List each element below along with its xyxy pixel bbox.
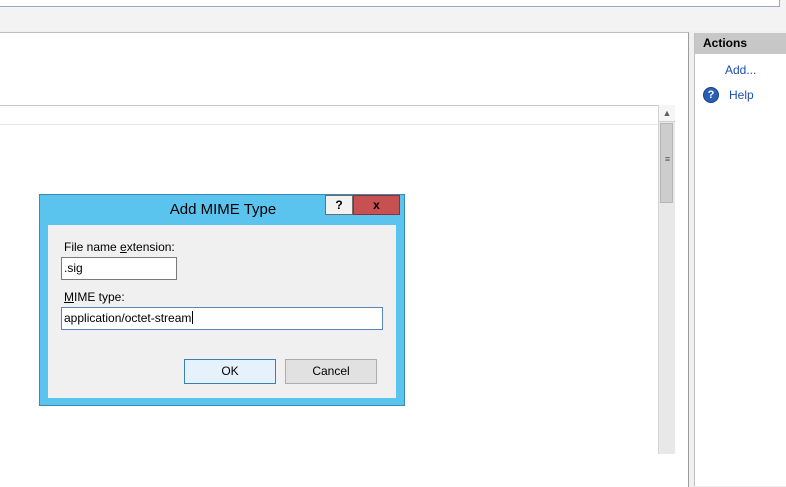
top-band — [0, 0, 786, 31]
dialog-client-area: File name extension: .sig MIME type: app… — [48, 225, 396, 398]
scroll-up-arrow-icon[interactable]: ▲ — [659, 105, 675, 122]
dialog-close-button[interactable]: x — [353, 195, 400, 215]
extension-label: File name extension: — [64, 240, 175, 254]
actions-panel: Actions Add... ? Help — [694, 33, 786, 486]
cancel-button[interactable]: Cancel — [285, 359, 377, 384]
add-mime-type-dialog: Add MIME Type ? x File name extension: .… — [39, 194, 405, 406]
list-column-header[interactable] — [0, 106, 658, 125]
mime-type-input[interactable]: application/octet-stream — [61, 307, 383, 330]
scroll-grip-icon: ≡ — [664, 154, 671, 164]
text-cursor — [192, 311, 194, 324]
help-icon: ? — [703, 87, 719, 103]
mime-type-label: MIME type: — [64, 290, 125, 304]
dialog-help-button[interactable]: ? — [325, 195, 353, 215]
help-label: Help — [729, 88, 754, 102]
add-action-link[interactable]: Add... — [725, 63, 756, 77]
help-action-link[interactable]: ? Help — [703, 87, 754, 103]
scroll-thumb[interactable]: ≡ — [660, 123, 673, 203]
top-toolbar-strip — [0, 0, 780, 7]
vertical-scrollbar[interactable]: ▲ ≡ — [658, 105, 675, 454]
actions-title: Actions — [695, 33, 786, 54]
extension-input[interactable]: .sig — [61, 257, 177, 280]
ok-button[interactable]: OK — [184, 359, 276, 384]
